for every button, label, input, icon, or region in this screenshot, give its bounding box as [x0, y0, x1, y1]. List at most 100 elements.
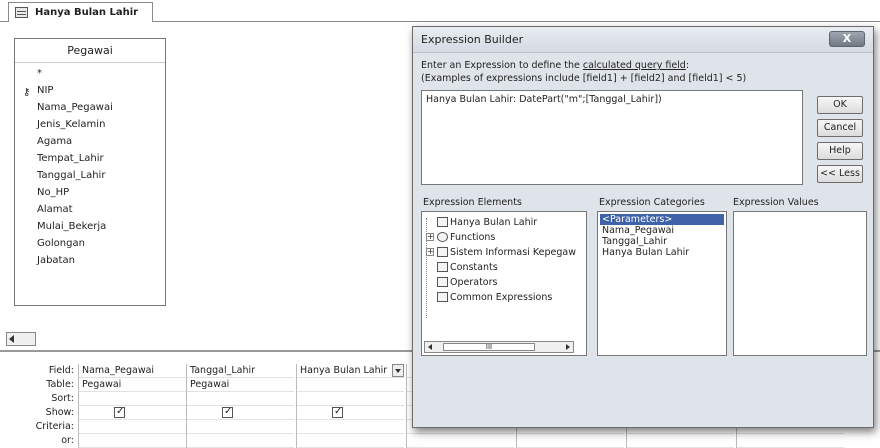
- dialog-title: Expression Builder: [413, 27, 873, 53]
- scroll-right-icon[interactable]: [566, 344, 570, 350]
- grid-table-value: Pegawai: [190, 379, 230, 390]
- grid-row-label: Sort:: [51, 393, 74, 404]
- grid-cell-table[interactable]: Pegawai: [79, 378, 186, 392]
- element-tree-item[interactable]: + Functions: [426, 230, 586, 245]
- expression-categories-pane[interactable]: <Parameters> Nama_Pegawai Tanggal_Lahir Han…: [597, 211, 727, 356]
- grid-cell-field[interactable]: Tanggal_Lahir: [187, 364, 294, 378]
- grid-cell-or[interactable]: [187, 434, 294, 448]
- grid-cell-criteria[interactable]: [79, 420, 186, 434]
- show-checkbox[interactable]: [114, 406, 125, 419]
- field-name: Agama: [37, 136, 73, 147]
- query-tab[interactable]: Hanya Bulan Lahir: [8, 2, 154, 23]
- category-item[interactable]: Tanggal_Lahir: [600, 236, 724, 247]
- field-item[interactable]: Mulai_Bekerja: [37, 218, 165, 235]
- expand-icon[interactable]: +: [426, 248, 434, 256]
- field-item[interactable]: No_HP: [37, 184, 165, 201]
- primary-key-icon: ⚷: [23, 87, 31, 98]
- grid-cell-show[interactable]: [297, 406, 404, 420]
- field-item[interactable]: Tanggal_Lahir: [37, 167, 165, 184]
- scroll-left-arrow-icon[interactable]: [9, 335, 14, 343]
- grid-field-value: Nama_Pegawai: [82, 365, 155, 376]
- element-tree-item[interactable]: Hanya Bulan Lahir: [426, 215, 586, 230]
- elements-horizontal-scrollbar[interactable]: III: [424, 341, 574, 353]
- expression-input[interactable]: Hanya Bulan Lahir: DatePart("m";[Tanggal…: [421, 90, 803, 185]
- grid-cell-show[interactable]: [79, 406, 186, 420]
- grid-table-value: Pegawai: [82, 379, 122, 390]
- grid-cell-sort[interactable]: [79, 392, 186, 406]
- query-table-icon: [15, 7, 28, 18]
- field-item[interactable]: Golongan: [37, 235, 165, 252]
- field-item[interactable]: Alamat: [37, 201, 165, 218]
- common-expressions-icon: [437, 292, 448, 302]
- expression-elements-pane[interactable]: Hanya Bulan Lahir + Functions + Sistem Infor…: [421, 211, 587, 356]
- field-item[interactable]: Agama: [37, 133, 165, 150]
- grid-cell-field[interactable]: Hanya Bulan Lahir: [297, 364, 404, 378]
- grid-cell-or[interactable]: [407, 434, 514, 448]
- grid-cell-sort[interactable]: [187, 392, 294, 406]
- elements-label: Expression Elements: [423, 197, 522, 208]
- table-field-list[interactable]: Pegawai * ⚷ NIP Nama_Pegawai Jenis_Kelamin Ag…: [14, 38, 166, 306]
- category-item[interactable]: <Parameters>: [600, 214, 724, 225]
- grid-column: Nama_Pegawai Pegawai: [78, 364, 186, 448]
- grid-cell-criteria[interactable]: [297, 420, 404, 434]
- field-item[interactable]: ⚷ NIP: [23, 82, 165, 99]
- grid-cell-or[interactable]: [517, 434, 624, 448]
- grid-cell-show[interactable]: [187, 406, 294, 420]
- element-label: Constants: [450, 262, 498, 273]
- field-name: Tempat_Lahir: [37, 153, 104, 164]
- show-checkbox[interactable]: [222, 406, 233, 419]
- field-name: Nama_Pegawai: [37, 102, 113, 113]
- grid-cell-field[interactable]: Nama_Pegawai: [79, 364, 186, 378]
- element-label: Hanya Bulan Lahir: [450, 217, 538, 228]
- close-button[interactable]: X: [829, 31, 865, 47]
- less-button[interactable]: << Less: [817, 165, 863, 183]
- ok-button[interactable]: OK: [817, 96, 863, 114]
- expand-icon[interactable]: +: [426, 233, 434, 241]
- field-item[interactable]: *: [37, 65, 165, 82]
- category-item[interactable]: Nama_Pegawai: [600, 225, 724, 236]
- category-item[interactable]: Hanya Bulan Lahir: [600, 247, 724, 258]
- element-label: Common Expressions: [450, 292, 553, 303]
- grid-cell-table[interactable]: Pegawai: [187, 378, 294, 392]
- element-tree-item[interactable]: + Sistem Informasi Kepegaw: [426, 245, 586, 260]
- expression-builder-dialog: Expression Builder X Enter an Expression…: [412, 26, 874, 428]
- expression-categories-list: <Parameters> Nama_Pegawai Tanggal_Lahir Han…: [598, 212, 726, 260]
- table-name: Pegawai: [15, 39, 165, 63]
- categories-label: Expression Categories: [599, 197, 705, 208]
- calculated-field-link: calculated query field: [582, 60, 686, 71]
- grid-cell-or[interactable]: [79, 434, 186, 448]
- grid-cell-or[interactable]: [737, 434, 844, 448]
- grid-cell-sort[interactable]: [297, 392, 404, 406]
- field-name: No_HP: [37, 187, 70, 198]
- cancel-button[interactable]: Cancel: [817, 119, 863, 137]
- field-item[interactable]: Jenis_Kelamin: [37, 116, 165, 133]
- field-item[interactable]: Nama_Pegawai: [37, 99, 165, 116]
- design-horizontal-scrollbar[interactable]: [6, 332, 36, 346]
- grid-row-labels: Field: Table: Sort: Show: Criteria: or:: [0, 364, 76, 448]
- field-item[interactable]: Jabatan: [37, 252, 165, 269]
- element-tree-item[interactable]: Constants: [426, 260, 586, 275]
- field-name: NIP: [37, 85, 54, 96]
- field-name: Jabatan: [37, 255, 75, 266]
- grid-cell-table[interactable]: [297, 378, 404, 392]
- instruction-pre: Enter an Expression to define the: [421, 60, 583, 71]
- grid-row-label: or:: [61, 435, 74, 446]
- field-name: Jenis_Kelamin: [37, 119, 106, 130]
- show-checkbox[interactable]: [332, 406, 343, 419]
- help-button[interactable]: Help: [817, 142, 863, 160]
- grid-cell-or[interactable]: [627, 434, 734, 448]
- expression-values-pane[interactable]: [733, 211, 867, 356]
- field-dropdown-icon[interactable]: [392, 364, 404, 377]
- dialog-instructions: Enter an Expression to define the calcul…: [421, 59, 746, 85]
- scroll-thumb[interactable]: III: [443, 343, 535, 351]
- field-item[interactable]: Tempat_Lahir: [37, 150, 165, 167]
- grid-cell-or[interactable]: [297, 434, 404, 448]
- grid-cell-criteria[interactable]: [187, 420, 294, 434]
- operators-icon: [437, 277, 448, 287]
- document-tab-strip: Hanya Bulan Lahir: [0, 0, 880, 23]
- element-tree-item[interactable]: Common Expressions: [426, 290, 586, 305]
- instruction-examples: (Examples of expressions include [field1…: [421, 73, 747, 84]
- scroll-left-icon[interactable]: [428, 344, 432, 350]
- element-tree-item[interactable]: Operators: [426, 275, 586, 290]
- database-icon: [437, 247, 448, 257]
